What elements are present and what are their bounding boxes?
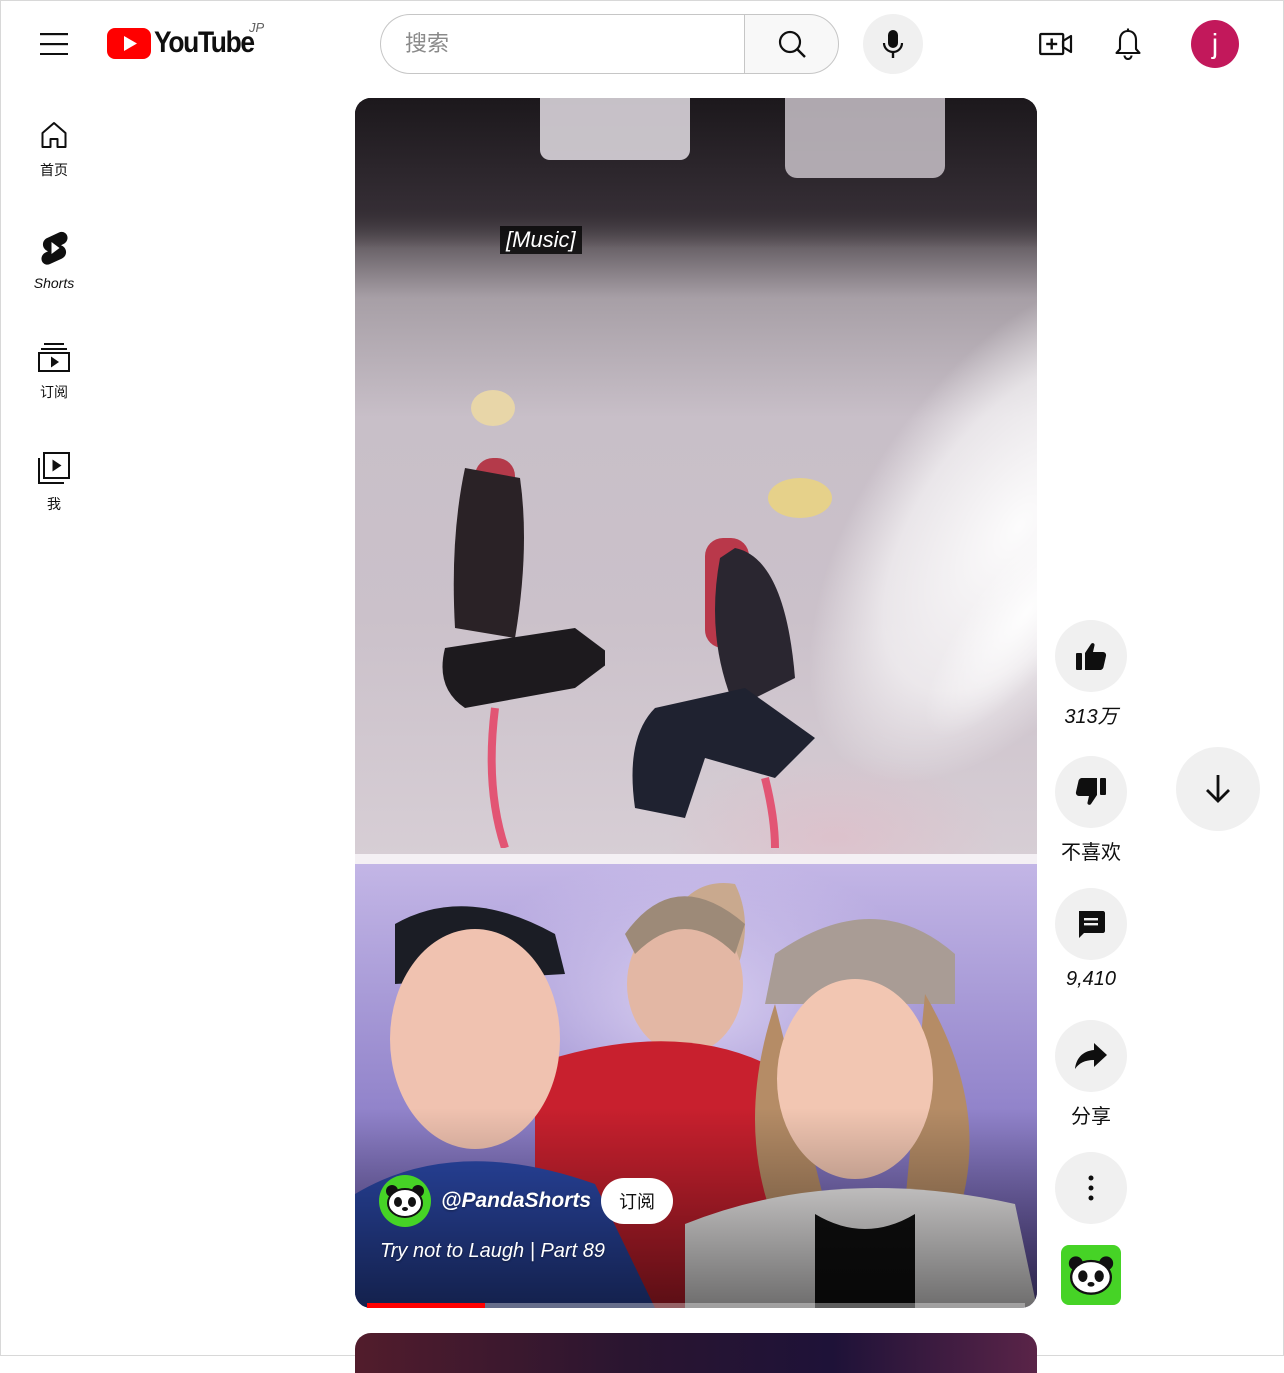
- video-background-object: [540, 98, 690, 160]
- sidebar-item-subscriptions[interactable]: 订阅: [0, 322, 108, 422]
- sidebar-item-you[interactable]: 我: [0, 433, 108, 533]
- sidebar-item-label: Shorts: [33, 275, 75, 291]
- create-button[interactable]: [1030, 18, 1082, 70]
- channel-thumbnail-button[interactable]: [1061, 1245, 1121, 1305]
- progress-bar-fill: [367, 1303, 486, 1308]
- region-code: JP: [249, 20, 265, 35]
- closed-caption: [Music]: [500, 226, 582, 254]
- channel-handle[interactable]: @PandaShorts: [441, 1189, 591, 1213]
- thumbs-up-icon: [1076, 643, 1107, 670]
- mini-guide: 首页 Shorts 订阅 我: [0, 100, 108, 544]
- progress-bar[interactable]: [367, 1303, 1025, 1308]
- home-icon: [41, 122, 67, 148]
- logo-wordmark: YouTube: [154, 26, 255, 59]
- subscribe-button[interactable]: 订阅: [601, 1178, 674, 1224]
- search-icon: [778, 30, 806, 58]
- sidebar-item-home[interactable]: 首页: [0, 100, 108, 200]
- video-frame-top: [Music]: [355, 98, 1037, 1058]
- thumbs-down-icon: [1075, 778, 1106, 805]
- video-camera-plus-icon: [1039, 32, 1073, 56]
- like-count: 313万: [1064, 706, 1118, 728]
- youtube-logo[interactable]: YouTube: [107, 23, 267, 63]
- bell-icon: [1115, 28, 1141, 60]
- video-split-divider: [355, 854, 1037, 864]
- like-button[interactable]: [1055, 620, 1127, 692]
- next-short-preview[interactable]: [355, 1333, 1037, 1373]
- search-button[interactable]: [744, 14, 839, 74]
- share-label: 分享: [1071, 1106, 1111, 1128]
- panda-logo-icon: [386, 1185, 424, 1218]
- shorts-action-bar: 313万 不喜欢 9,410 分享: [1055, 620, 1127, 1224]
- video-person-figure: [632, 478, 832, 848]
- more-options-button[interactable]: [1055, 1152, 1127, 1224]
- panda-logo-icon: [1068, 1256, 1114, 1295]
- voice-search-button[interactable]: [863, 14, 923, 74]
- comment-action: 9,410: [1055, 888, 1127, 996]
- shorts-channel-row: @PandaShorts 订阅: [379, 1175, 674, 1227]
- comments-button[interactable]: [1055, 888, 1127, 960]
- share-button[interactable]: [1055, 1020, 1127, 1092]
- like-action: 313万: [1055, 620, 1127, 728]
- subscriptions-icon: [38, 343, 70, 372]
- shorts-video-player[interactable]: [Music]: [355, 98, 1037, 1308]
- next-short-button[interactable]: [1176, 747, 1260, 831]
- arrow-down-icon: [1206, 775, 1230, 803]
- comment-count: 9,410: [1065, 968, 1117, 990]
- masthead: YouTube JP j: [0, 0, 1284, 88]
- sidebar-item-label: 订阅: [40, 384, 68, 400]
- more-action: [1055, 1152, 1127, 1224]
- dislike-action: 不喜欢: [1055, 756, 1127, 864]
- channel-avatar[interactable]: [379, 1175, 431, 1227]
- sidebar-item-shorts[interactable]: Shorts: [0, 211, 108, 311]
- account-avatar[interactable]: j: [1191, 20, 1239, 68]
- sidebar-item-label: 首页: [40, 162, 68, 178]
- youtube-play-icon: [107, 27, 151, 59]
- dislike-label: 不喜欢: [1061, 842, 1121, 864]
- comment-icon: [1079, 911, 1105, 938]
- shorts-icon: [41, 231, 68, 265]
- share-action: 分享: [1055, 1020, 1127, 1128]
- microphone-icon: [882, 30, 904, 58]
- video-person-figure: [442, 390, 605, 848]
- search-input[interactable]: [380, 14, 744, 74]
- sidebar-item-label: 我: [47, 496, 61, 512]
- you-icon: [38, 452, 70, 484]
- search-box: [380, 14, 839, 74]
- share-arrow-icon: [1075, 1043, 1107, 1069]
- short-title[interactable]: Try not to Laugh | Part 89: [380, 1240, 605, 1263]
- notifications-button[interactable]: [1102, 18, 1154, 70]
- hamburger-icon: [40, 33, 68, 55]
- guide-menu-button[interactable]: [24, 20, 84, 68]
- more-vertical-icon: [1088, 1175, 1094, 1201]
- dislike-button[interactable]: [1055, 756, 1127, 828]
